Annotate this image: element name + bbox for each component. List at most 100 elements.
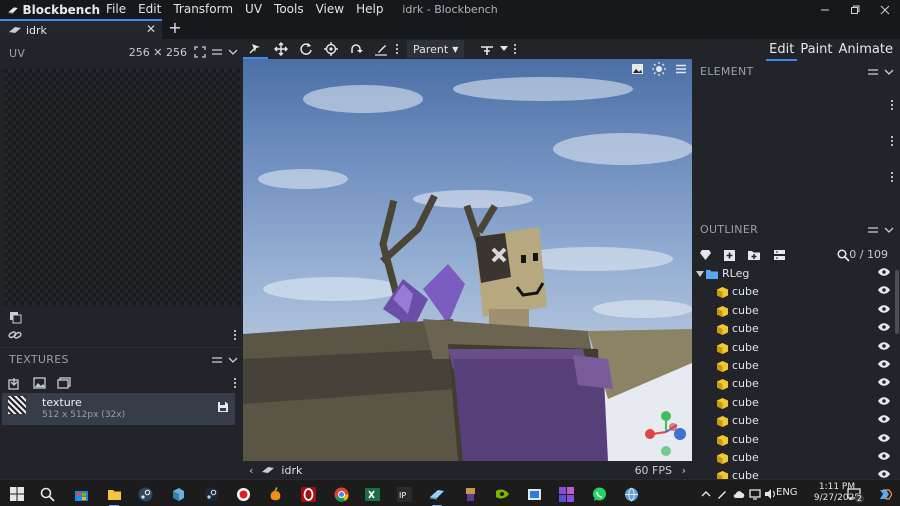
menu-edit[interactable]: Edit	[132, 0, 167, 19]
taskbar-excel-app[interactable]	[362, 484, 382, 504]
save-texture-button[interactable]	[217, 401, 229, 416]
outliner-cube-item[interactable]: cube	[692, 357, 896, 375]
outliner-cube-item[interactable]: cube	[692, 467, 896, 479]
taskbar-opera-app[interactable]	[298, 484, 318, 504]
eye-icon[interactable]	[878, 305, 890, 313]
eye-icon[interactable]	[878, 470, 890, 478]
uv-size-selector[interactable]: 256 ✕ 256	[129, 46, 187, 59]
toolbar-more-button-2[interactable]	[509, 39, 521, 59]
eye-icon[interactable]	[878, 268, 890, 276]
menu-help[interactable]: Help	[350, 0, 389, 19]
menu-uv[interactable]: UV	[239, 0, 268, 19]
element-more-button-1[interactable]	[887, 97, 897, 113]
eye-icon[interactable]	[878, 378, 890, 386]
eye-icon[interactable]	[878, 397, 890, 405]
outliner-group[interactable]: RLeg	[692, 265, 896, 283]
texture-list-item[interactable]: texture 512 x 512px (32x)	[2, 393, 235, 425]
toolbar-more-button[interactable]	[393, 39, 401, 59]
add-cube-button[interactable]	[721, 247, 737, 263]
tab-close-icon[interactable]: ✕	[146, 22, 156, 36]
new-tab-button[interactable]: +	[166, 19, 184, 39]
element-collapse-button[interactable]	[881, 64, 897, 80]
taskbar-steam-app[interactable]	[135, 484, 155, 504]
outliner-scrollbar[interactable]	[895, 270, 899, 334]
outliner-cube-item[interactable]: cube	[692, 412, 896, 430]
taskbar-whatsapp-app[interactable]	[589, 484, 609, 504]
mode-animate[interactable]: Animate	[836, 41, 896, 61]
element-more-button-3[interactable]	[887, 169, 897, 185]
eye-icon[interactable]	[878, 342, 890, 350]
uv-panel-menu-button[interactable]	[209, 44, 225, 60]
tray-notifications-button[interactable]: 2	[844, 484, 864, 504]
start-button[interactable]	[7, 484, 27, 504]
collapse-all-button[interactable]	[771, 247, 787, 263]
maximize-button[interactable]	[840, 0, 870, 19]
chevron-down-icon[interactable]	[696, 271, 704, 277]
taskbar-app-dark[interactable]: IP	[394, 484, 414, 504]
uv-copy-button[interactable]	[7, 309, 23, 325]
transform-space-dropdown[interactable]	[499, 39, 509, 59]
taskbar-blockbench-app[interactable]	[427, 484, 447, 506]
taskbar-fl-studio-app[interactable]	[265, 484, 285, 504]
outliner-cube-item[interactable]: cube	[692, 302, 896, 320]
outliner-cube-item[interactable]: cube	[692, 283, 896, 301]
close-window-button[interactable]	[870, 0, 900, 19]
texture-folder-button[interactable]	[56, 375, 72, 391]
pivot-mode-select[interactable]: Parent ▼	[407, 40, 465, 58]
textures-collapse-button[interactable]	[225, 352, 241, 368]
menu-transform[interactable]: Transform	[167, 0, 239, 19]
chevron-left-icon[interactable]: ‹	[249, 464, 253, 477]
uv-collapse-button[interactable]	[225, 44, 241, 60]
menu-file[interactable]: File	[100, 0, 132, 19]
taskbar-store-app[interactable]	[71, 484, 91, 504]
outliner-cube-item[interactable]: cube	[692, 375, 896, 393]
uv-more-button[interactable]	[230, 327, 240, 343]
menu-tools[interactable]: Tools	[268, 0, 310, 19]
taskbar-app-character[interactable]	[460, 484, 480, 504]
create-texture-button[interactable]	[31, 375, 47, 391]
outliner-cube-item[interactable]: cube	[692, 320, 896, 338]
add-group-button[interactable]	[746, 247, 762, 263]
eye-icon[interactable]	[878, 452, 890, 460]
tab-project[interactable]: idrk ✕	[0, 19, 162, 39]
element-menu-button[interactable]	[865, 64, 881, 80]
outliner-cube-item[interactable]: cube	[692, 449, 896, 467]
minimize-button[interactable]	[810, 0, 840, 19]
viewport-menu-button[interactable]	[670, 59, 692, 79]
textures-menu-button[interactable]	[209, 352, 225, 368]
eye-icon[interactable]	[878, 415, 890, 423]
eye-icon[interactable]	[878, 360, 890, 368]
rotate-tool-button[interactable]	[293, 39, 318, 59]
textures-more-button[interactable]	[230, 375, 240, 391]
eye-icon[interactable]	[878, 434, 890, 442]
taskbar-chrome-app[interactable]	[331, 484, 351, 504]
mode-paint[interactable]: Paint	[797, 41, 835, 61]
mode-edit[interactable]: Edit	[766, 41, 798, 61]
eye-icon[interactable]	[878, 323, 890, 331]
vertex-snap-button[interactable]	[343, 39, 368, 59]
outliner-cube-item[interactable]: cube	[692, 339, 896, 357]
pivot-tool-button[interactable]	[318, 39, 343, 59]
taskbar-nvidia-app[interactable]	[492, 484, 512, 504]
eye-icon[interactable]	[878, 286, 890, 294]
taskbar-app-window[interactable]	[524, 484, 544, 504]
transform-space-button[interactable]	[474, 39, 499, 59]
outliner-menu-button[interactable]	[865, 222, 881, 238]
move-tool-button[interactable]	[243, 39, 268, 59]
outliner-cube-item[interactable]: cube	[692, 394, 896, 412]
uv-link-button[interactable]	[7, 327, 23, 343]
taskbar-app-purple[interactable]	[556, 484, 576, 504]
tray-copilot-button[interactable]	[874, 484, 894, 504]
taskbar-app-globe[interactable]	[621, 484, 641, 504]
add-mesh-button[interactable]	[697, 247, 713, 263]
taskbar-recorder-app[interactable]	[233, 484, 253, 504]
uv-fullscreen-button[interactable]	[192, 44, 208, 60]
import-texture-button[interactable]	[6, 375, 22, 391]
taskbar-search-button[interactable]	[37, 484, 57, 504]
3d-viewport[interactable]	[243, 59, 692, 461]
element-more-button-2[interactable]	[887, 133, 897, 149]
tray-language[interactable]: ENG	[776, 487, 798, 498]
menu-view[interactable]: View	[310, 0, 350, 19]
translate-tool-button[interactable]	[268, 39, 293, 59]
outliner-collapse-button[interactable]	[881, 222, 897, 238]
